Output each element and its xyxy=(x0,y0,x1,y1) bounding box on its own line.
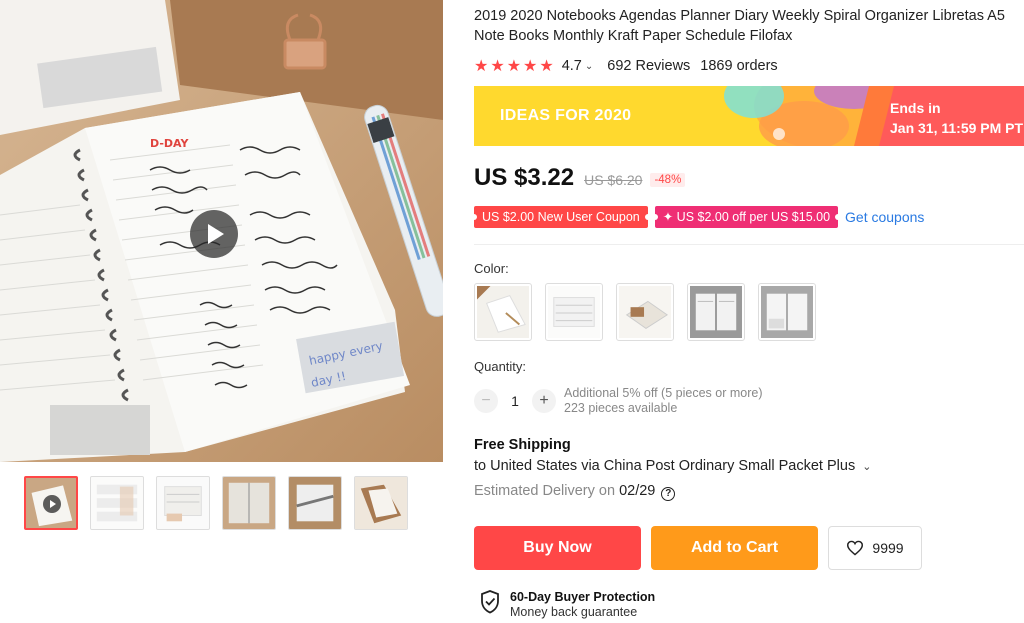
play-video-button[interactable] xyxy=(190,210,238,258)
swatch-image xyxy=(690,286,742,338)
delivery-prefix: Estimated Delivery on xyxy=(474,483,620,499)
rating-row: ★ ★ ★ ★ ★ 4.7 ⌄ 692 Reviews 1869 orders xyxy=(474,55,1024,77)
thumbnail-image xyxy=(289,477,341,529)
star-icon: ★ xyxy=(506,58,522,75)
add-to-cart-button[interactable]: Add to Cart xyxy=(651,526,818,570)
play-icon xyxy=(43,495,61,513)
thumbnail-image xyxy=(355,477,407,529)
star-rating: ★ ★ ★ ★ ★ xyxy=(474,56,554,76)
store-coupon[interactable]: ✦ US $2.00 off per US $15.00 xyxy=(651,206,842,228)
ends-value: Jan 31, 11:59 PM PT xyxy=(890,120,1024,136)
promo-countdown: Ends in Jan 31, 11:59 PM PT xyxy=(890,98,1023,138)
reviews-link[interactable]: 692 Reviews xyxy=(607,58,690,74)
dday-text: D-DAY xyxy=(150,137,189,150)
color-option-5[interactable] xyxy=(758,283,816,341)
thumbnail-5[interactable] xyxy=(288,476,342,530)
thumbnail-strip xyxy=(24,476,408,530)
protection-title: 60-Day Buyer Protection xyxy=(510,590,656,604)
delivery-date: 02/29 xyxy=(619,483,656,499)
shipping-method-text: to United States via China Post Ordinary… xyxy=(474,458,856,474)
thumbnail-image xyxy=(223,477,275,529)
chevron-down-icon[interactable]: ⌄ xyxy=(585,61,593,72)
color-option-2[interactable] xyxy=(545,283,603,341)
promo-label: IDEAS FOR 2020 xyxy=(500,107,632,124)
quantity-stepper: − 1 + Additional 5% off (5 pieces or mor… xyxy=(474,386,762,416)
thumbnail-1[interactable] xyxy=(24,476,78,530)
quantity-increase-button[interactable]: + xyxy=(532,389,556,413)
color-option-1[interactable] xyxy=(474,283,532,341)
product-title: 2019 2020 Notebooks Agendas Planner Diar… xyxy=(474,8,1005,44)
protection-subtitle: Money back guarantee xyxy=(510,605,638,619)
product-info: 2019 2020 Notebooks Agendas Planner Diar… xyxy=(471,0,1024,619)
quantity-decrease-button[interactable]: − xyxy=(474,389,498,413)
stock-available: 223 pieces available xyxy=(564,401,678,415)
original-price: US $6.20 xyxy=(584,172,643,188)
price-row: US $3.22 US $6.20 -48% xyxy=(474,164,686,192)
thumbnail-3[interactable] xyxy=(156,476,210,530)
chevron-down-icon[interactable]: ⌄ xyxy=(862,461,871,473)
thumbnail-4[interactable] xyxy=(222,476,276,530)
star-icon: ★ xyxy=(474,58,489,75)
color-option-3[interactable] xyxy=(616,283,674,341)
shipping-title: Free Shipping xyxy=(474,437,571,453)
thumbnail-image xyxy=(91,477,143,529)
thumbnail-6[interactable] xyxy=(354,476,408,530)
main-product-image[interactable]: D-DAY happy every day !! xyxy=(0,0,443,462)
shield-icon xyxy=(481,590,499,614)
shipping-method[interactable]: to United States via China Post Ordinary… xyxy=(474,458,871,474)
color-options xyxy=(474,283,816,341)
bulk-discount-note: Additional 5% off (5 pieces or more) xyxy=(564,386,763,400)
wishlist-count: 9999 xyxy=(872,540,904,556)
ends-label: Ends in xyxy=(890,100,941,116)
quantity-note: Additional 5% off (5 pieces or more) 223… xyxy=(564,386,762,416)
star-icon: ★ xyxy=(490,58,505,75)
help-icon[interactable]: ? xyxy=(661,487,676,501)
heart-icon xyxy=(847,540,864,556)
swatch-image xyxy=(619,286,671,338)
thumbnail-2[interactable] xyxy=(90,476,144,530)
orders-count: 1869 orders xyxy=(700,58,778,74)
color-label: Color: xyxy=(474,261,509,276)
new-user-coupon[interactable]: US $2.00 New User Coupon xyxy=(471,206,651,228)
color-option-4[interactable] xyxy=(687,283,745,341)
estimated-delivery: Estimated Delivery on 02/29? xyxy=(474,483,676,501)
swatch-image xyxy=(548,286,600,338)
wishlist-button[interactable]: 9999 xyxy=(828,526,922,570)
thumbnail-image xyxy=(157,477,209,529)
protection-text: 60-Day Buyer Protection Money back guara… xyxy=(510,590,655,620)
quantity-label: Quantity: xyxy=(474,359,527,374)
coupon-row: US $2.00 New User Coupon ✦ US $2.00 off … xyxy=(471,205,924,229)
buyer-protection: 60-Day Buyer Protection Money back guara… xyxy=(480,590,655,620)
promo-banner[interactable]: IDEAS FOR 2020 Ends in Jan 31, 11:59 PM … xyxy=(474,86,1024,146)
swatch-image xyxy=(761,286,813,338)
divider xyxy=(474,244,1024,245)
star-icon: ★ xyxy=(539,58,554,75)
discount-badge: -48% xyxy=(650,173,686,187)
current-price: US $3.22 xyxy=(474,164,575,191)
play-icon xyxy=(208,224,224,244)
star-icon: ★ xyxy=(523,58,538,75)
rating-value[interactable]: 4.7 xyxy=(562,58,582,74)
swatch-image xyxy=(477,286,529,338)
quantity-value[interactable]: 1 xyxy=(498,393,532,409)
get-coupons-link[interactable]: Get coupons xyxy=(845,209,924,225)
buy-now-button[interactable]: Buy Now xyxy=(474,526,641,570)
